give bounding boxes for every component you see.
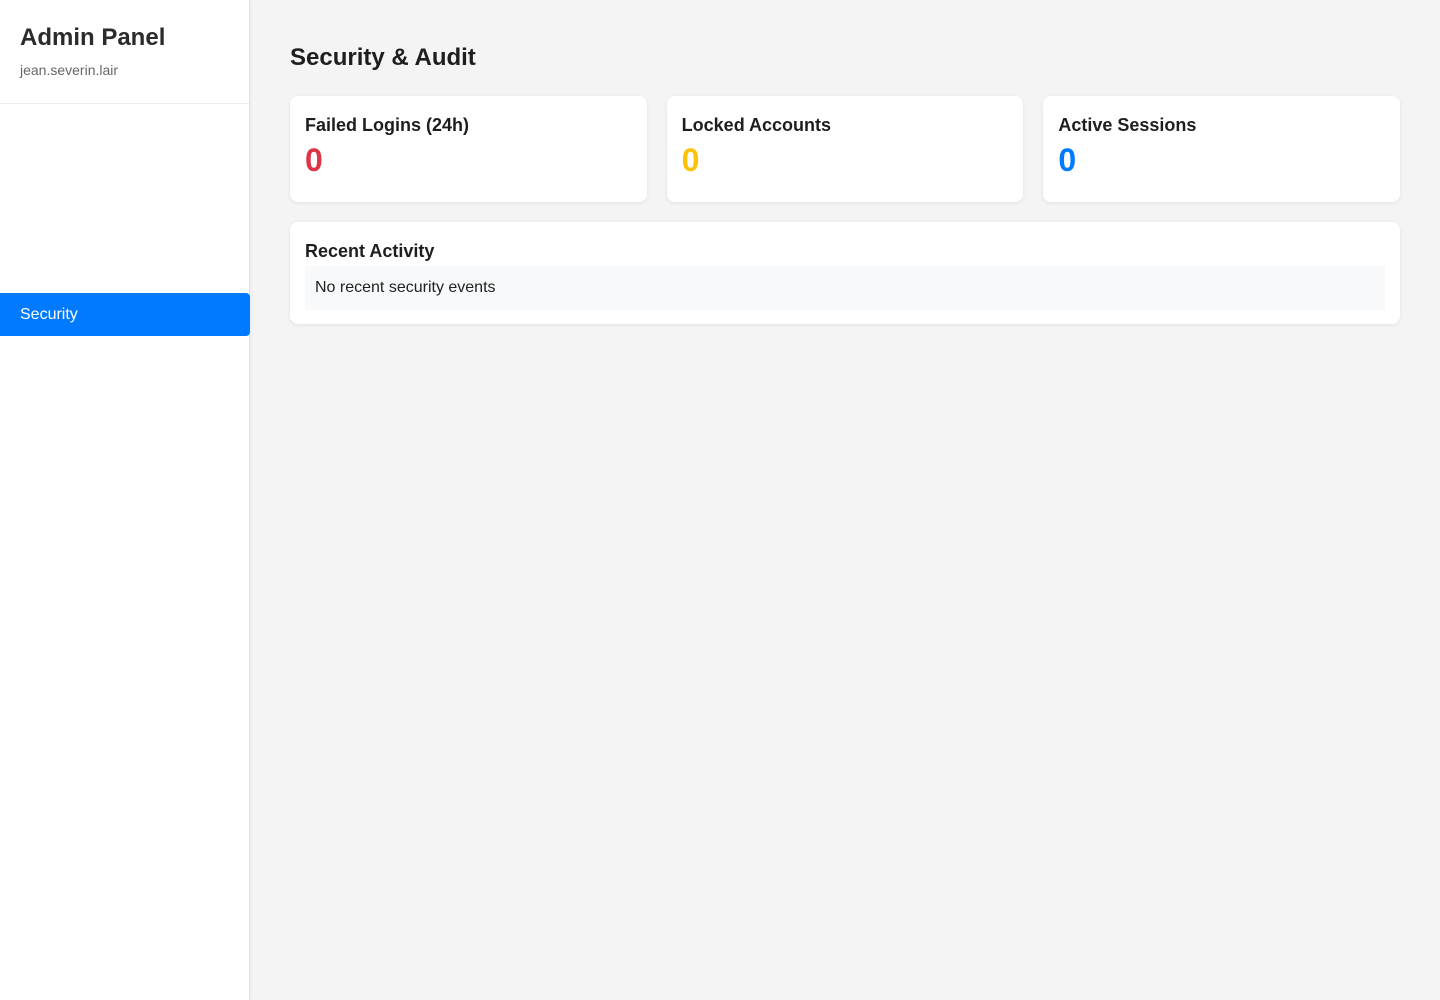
sidebar-header: Admin Panel jean.severin.lair bbox=[0, 0, 249, 104]
recent-activity-panel: Recent Activity No recent security event… bbox=[290, 222, 1400, 324]
current-username: jean.severin.lair bbox=[20, 62, 119, 78]
stat-card-failed-logins: Failed Logins (24h) 0 bbox=[290, 96, 647, 202]
sidebar-item-label: Security bbox=[20, 305, 78, 323]
stat-card-locked-accounts: Locked Accounts 0 bbox=[666, 96, 1024, 202]
stat-value: 0 bbox=[681, 142, 700, 178]
stat-value: 0 bbox=[1058, 142, 1077, 178]
sidebar-item-security[interactable]: Security bbox=[0, 293, 250, 336]
main-content: Security & Audit Failed Logins (24h) 0 L… bbox=[250, 0, 1440, 1000]
recent-activity-title: Recent Activity bbox=[305, 241, 435, 261]
stat-card-active-sessions: Active Sessions 0 bbox=[1043, 96, 1401, 202]
stat-label: Active Sessions bbox=[1058, 115, 1197, 135]
stat-value: 0 bbox=[305, 142, 323, 178]
stat-label: Failed Logins (24h) bbox=[305, 115, 470, 135]
stat-label: Locked Accounts bbox=[681, 115, 832, 135]
sidebar: Admin Panel jean.severin.lair Security bbox=[0, 0, 250, 1000]
recent-activity-empty-state: No recent security events bbox=[305, 266, 1385, 310]
app-root: Admin Panel jean.severin.lair Security S… bbox=[0, 0, 1440, 1000]
stats-row: Failed Logins (24h) 0 Locked Accounts 0 … bbox=[290, 96, 1401, 202]
app-title: Admin Panel bbox=[20, 24, 166, 51]
page-title: Security & Audit bbox=[290, 44, 476, 71]
